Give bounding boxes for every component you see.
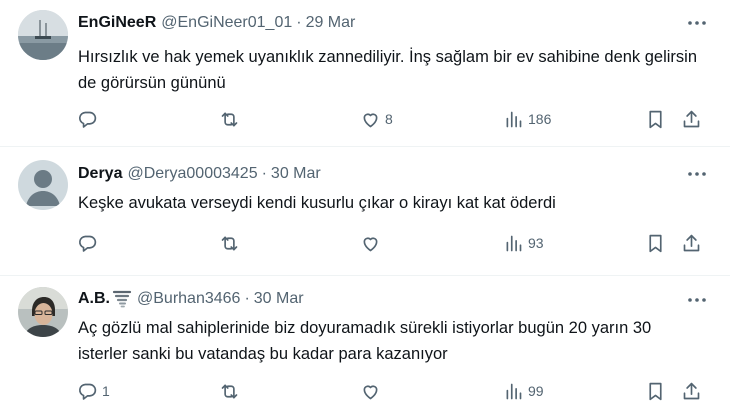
share-icon: [683, 382, 700, 399]
tweet-text: Keşke avukata verseydi kendi kusurlu çık…: [78, 194, 556, 212]
reply-button[interactable]: [77, 231, 102, 255]
views-chart-icon: [506, 111, 522, 127]
more-options-icon[interactable]: [686, 289, 708, 311]
share-button[interactable]: [681, 107, 702, 131]
views-button[interactable]: 93: [503, 231, 544, 255]
heart-icon: [363, 236, 378, 251]
reply-icon: [79, 235, 97, 252]
retweet-button[interactable]: [219, 379, 244, 403]
reply-count: 1: [102, 383, 110, 399]
retweet-icon: [221, 384, 238, 398]
retweet-icon: [221, 112, 238, 126]
like-button[interactable]: [360, 231, 385, 255]
heart-icon: [363, 384, 378, 399]
tweet[interactable]: Derya @Derya00003425 · 30 Mar Keşke avuk…: [0, 146, 730, 275]
views-count: 99: [528, 383, 544, 399]
heart-icon: [363, 112, 378, 127]
tweet-actions: 8 186: [0, 107, 730, 131]
bookmark-button[interactable]: [645, 107, 666, 131]
tweet-header: Derya @Derya00003425 · 30 Mar: [78, 163, 700, 185]
views-count: 93: [528, 235, 544, 251]
retweet-button[interactable]: [219, 107, 244, 131]
reply-button[interactable]: 1: [77, 379, 110, 403]
timestamp[interactable]: 29 Mar: [306, 14, 356, 32]
tweet-actions: 1 99: [0, 379, 730, 403]
share-icon: [683, 234, 700, 251]
display-name[interactable]: EnGiNeeR: [78, 14, 156, 32]
bookmark-icon: [649, 382, 662, 400]
bookmark-button[interactable]: [645, 231, 666, 255]
reply-icon: [79, 383, 97, 400]
share-button[interactable]: [681, 379, 702, 403]
like-count: 8: [385, 111, 393, 127]
views-button[interactable]: 186: [503, 107, 551, 131]
tweet[interactable]: A.B. @Burhan3466 · 30 Mar Aç gözlü mal s…: [0, 275, 730, 420]
retweet-icon: [221, 236, 238, 250]
avatar[interactable]: [18, 160, 68, 210]
timestamp[interactable]: 30 Mar: [271, 165, 321, 183]
tweet-text: Hırsızlık ve hak yemek uyanıklık zannedi…: [78, 48, 698, 92]
separator: ·: [261, 165, 267, 182]
separator: ·: [296, 14, 302, 31]
share-icon: [683, 110, 700, 127]
views-chart-icon: [506, 383, 522, 399]
avatar[interactable]: [18, 10, 68, 60]
more-options-icon[interactable]: [686, 12, 708, 34]
separator: ·: [244, 290, 250, 307]
tweet[interactable]: EnGiNeeR @EnGiNeer01_01 · 29 Mar Hırsızl…: [0, 0, 730, 146]
bookmark-icon: [649, 110, 662, 128]
retweet-button[interactable]: [219, 231, 244, 255]
timestamp[interactable]: 30 Mar: [254, 290, 304, 308]
tweet-header: A.B. @Burhan3466 · 30 Mar: [78, 288, 700, 310]
tweet-header: EnGiNeeR @EnGiNeer01_01 · 29 Mar: [78, 12, 700, 34]
handle[interactable]: @EnGiNeer01_01: [161, 14, 292, 32]
bookmark-button[interactable]: [645, 379, 666, 403]
tweet-text: Aç gözlü mal sahiplerinide biz doyuramad…: [78, 319, 652, 363]
tweet-actions: 93: [0, 231, 730, 255]
like-button[interactable]: 8: [360, 107, 393, 131]
views-count: 186: [528, 111, 552, 127]
tornado-icon: [112, 289, 132, 309]
views-button[interactable]: 99: [503, 379, 544, 403]
reply-icon: [79, 111, 97, 128]
more-options-icon[interactable]: [686, 163, 708, 185]
reply-button[interactable]: [77, 107, 102, 131]
share-button[interactable]: [681, 231, 702, 255]
bookmark-icon: [649, 234, 662, 252]
handle[interactable]: @Derya00003425: [127, 165, 257, 183]
display-name[interactable]: A.B.: [78, 290, 110, 308]
display-name[interactable]: Derya: [78, 165, 122, 183]
views-chart-icon: [506, 235, 522, 251]
like-button[interactable]: [360, 379, 385, 403]
handle[interactable]: @Burhan3466: [137, 290, 240, 308]
avatar[interactable]: [18, 287, 68, 337]
